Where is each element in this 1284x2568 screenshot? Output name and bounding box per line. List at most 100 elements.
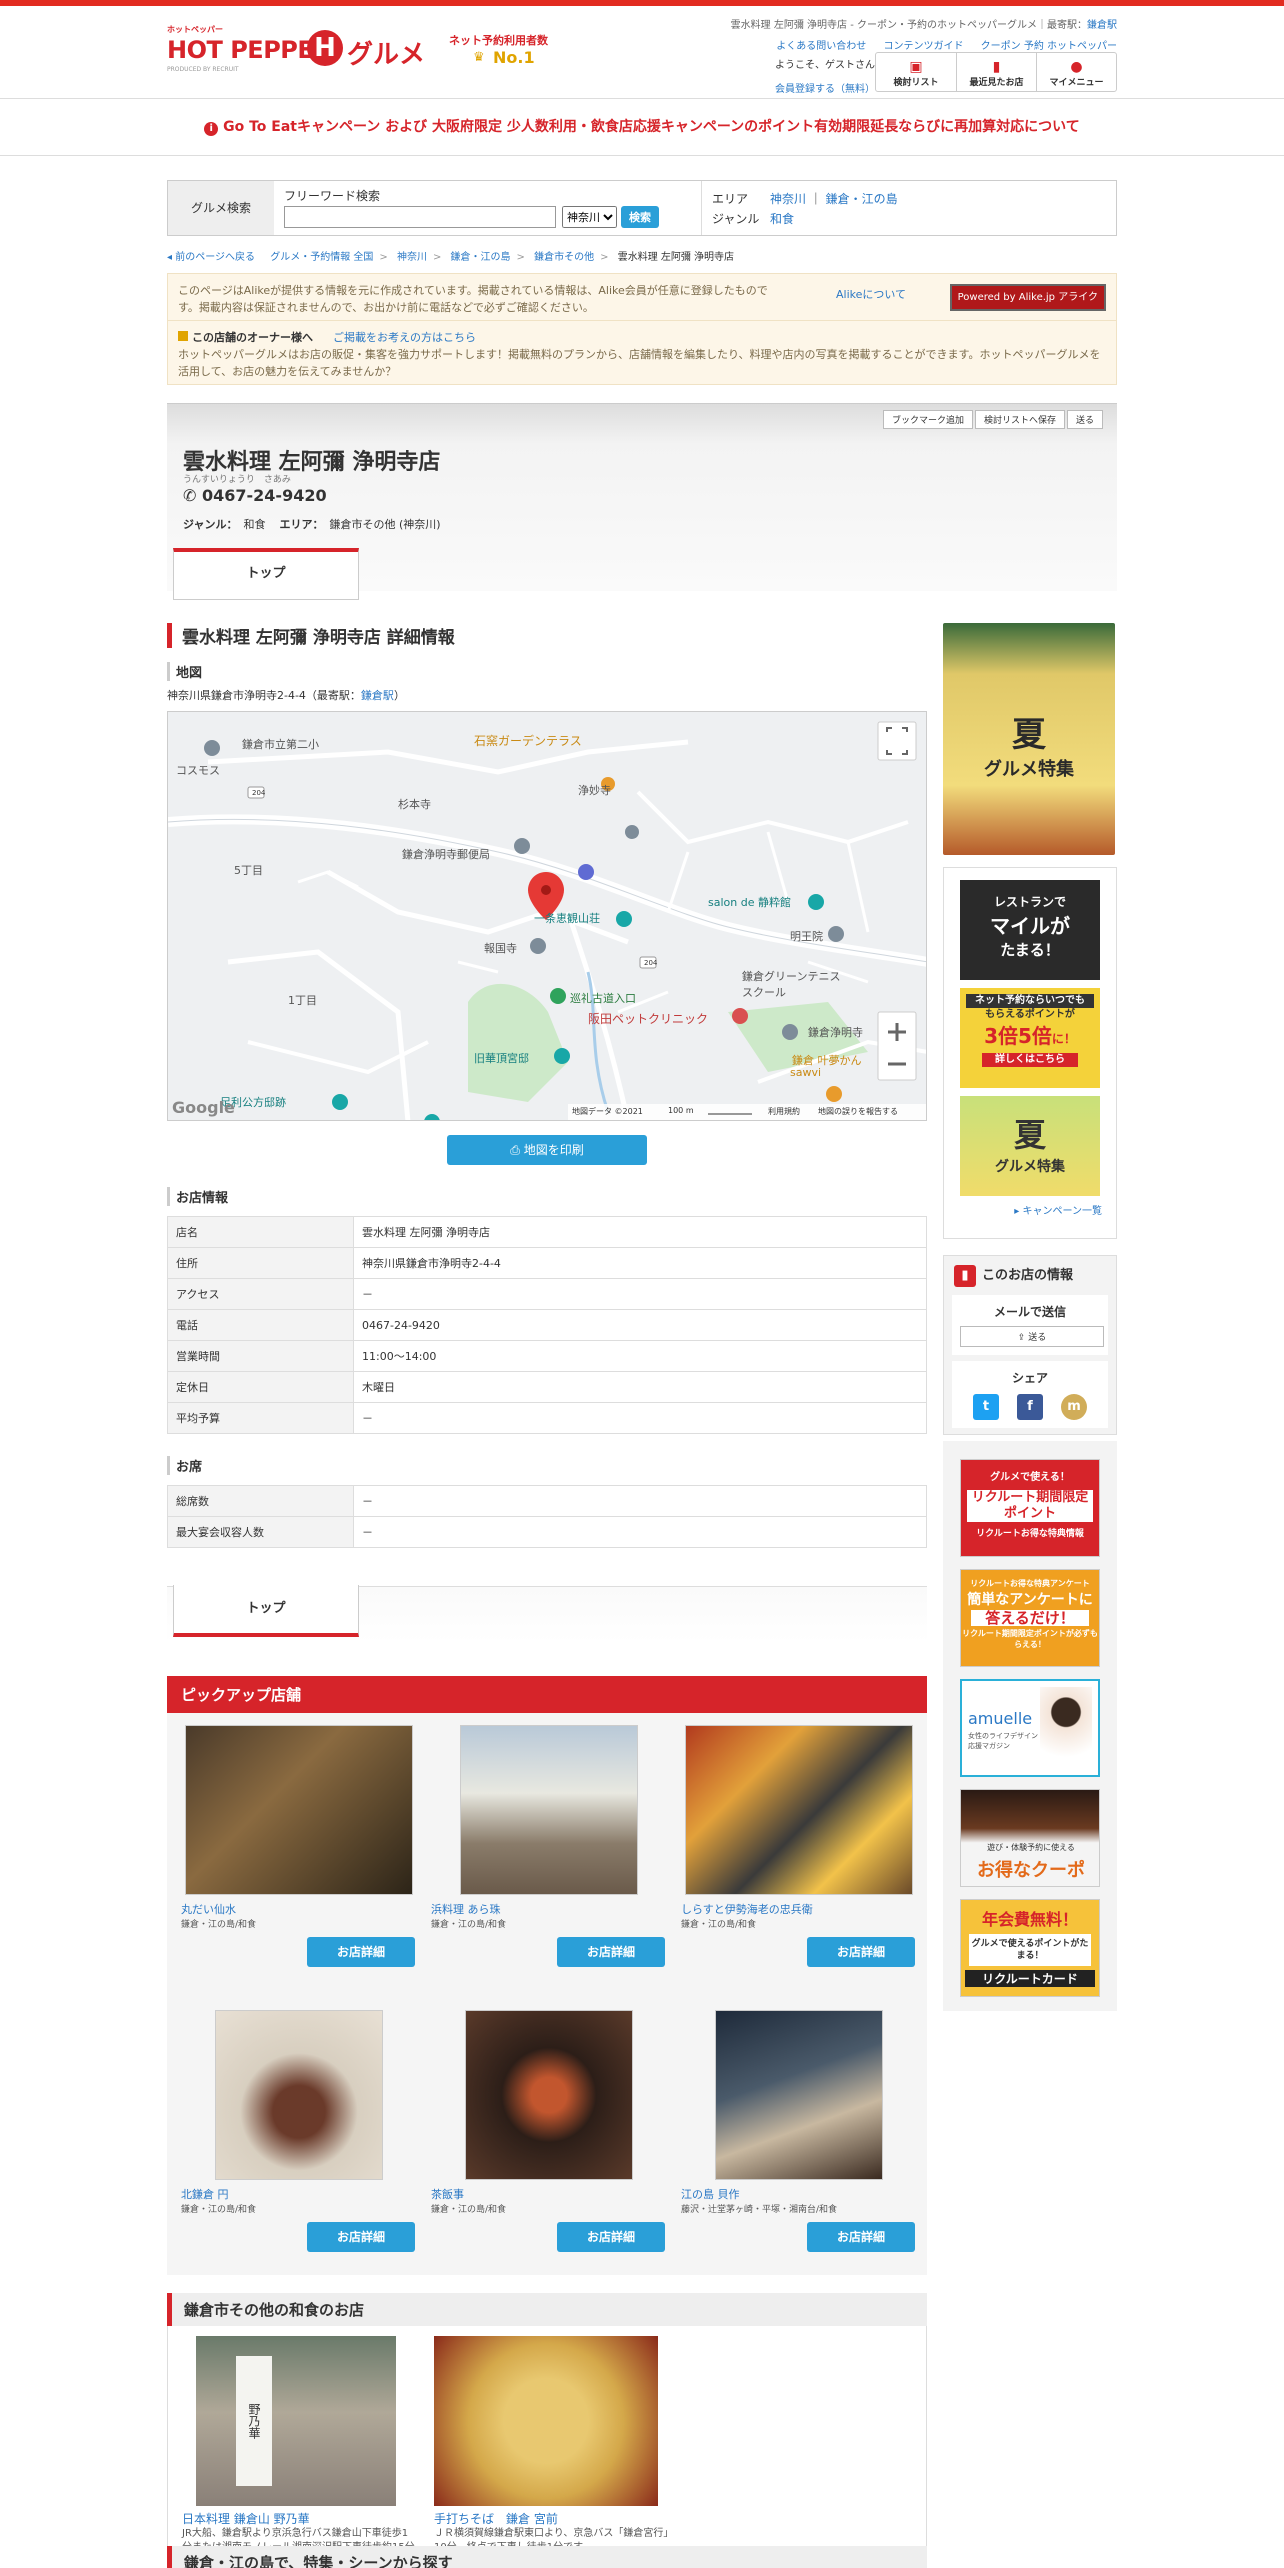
- points-banner-ni: に！: [1051, 1032, 1076, 1046]
- mile-banner[interactable]: レストランで マイルが たまる！: [960, 880, 1100, 980]
- pickup-image[interactable]: [185, 1725, 413, 1895]
- pickup-detail-button[interactable]: お店詳細: [557, 1937, 665, 1967]
- pickup-detail-button[interactable]: お店詳細: [807, 1937, 915, 1967]
- map-report-link[interactable]: 地図の誤りを報告する: [818, 1106, 898, 1117]
- tab-top[interactable]: トップ: [173, 548, 359, 600]
- pickup-image[interactable]: [465, 2010, 633, 2180]
- logo-gourmet[interactable]: グルメ: [347, 34, 425, 71]
- points-banner[interactable]: ネット予約ならいつでも もらえるポイントが 3倍5倍に！ 詳しくはこちら: [960, 988, 1100, 1088]
- pickup-name[interactable]: 北鎌倉 円: [181, 2186, 417, 2202]
- campaign-notice[interactable]: i Go To Eatキャンペーン および 大阪府限定 少人数利用・飲食店応援キ…: [0, 98, 1284, 156]
- shop-info-table: 店名 雲水料理 左阿彌 浄明寺店 住所 神奈川県鎌倉市浄明寺2-4-4 アクセス－ …: [167, 1216, 927, 1434]
- faq-link[interactable]: よくある問い合わせ: [776, 41, 866, 52]
- breadcrumb-back[interactable]: ◂ 前のページへ戻る: [167, 252, 261, 263]
- table-row: 営業時間 11:00～14:00: [167, 1340, 927, 1372]
- survey-line4: リクルート期間限定ポイントが必ずもらえる！: [962, 1629, 1098, 1649]
- owner-link[interactable]: ご掲載をお考えの方はこちら: [333, 331, 476, 344]
- mail-send-button[interactable]: ⇪ 送る: [960, 1326, 1104, 1347]
- mail-section: メールで送信 ⇪ 送る: [952, 1295, 1108, 1355]
- share-label: シェア: [1011, 1371, 1048, 1385]
- alike-powered-badge[interactable]: Powered by Alike.jp アライク: [949, 284, 1106, 311]
- other-image[interactable]: [434, 2336, 658, 2506]
- recruit-card-banner[interactable]: 年会費無料！ グルメで使えるポイントがたまる！ リクルートカード: [960, 1899, 1100, 1997]
- other-sign: 野乃華: [236, 2356, 272, 2486]
- info-key: 定休日: [167, 1371, 354, 1403]
- mymenu-label: マイメニュー: [1049, 78, 1104, 88]
- pickup-image[interactable]: [460, 1725, 638, 1895]
- campaign-list-link[interactable]: ▸ キャンペーン一覧: [944, 1202, 1116, 1217]
- breadcrumb-item[interactable]: グルメ・予約情報 全国: [270, 252, 373, 263]
- map-label: 杉本寺: [398, 798, 431, 811]
- register-link[interactable]: 会員登録する（無料）: [765, 80, 885, 95]
- bookmark-button[interactable]: ブックマーク追加: [882, 410, 973, 429]
- pickup-detail-button[interactable]: お店詳細: [307, 2222, 415, 2252]
- recruit-point-line1: グルメで使える！: [990, 1472, 1070, 1483]
- survey-line2: 簡単なアンケートに: [967, 1592, 1093, 1608]
- pickup-name[interactable]: 浜料理 あら珠: [431, 1901, 667, 1917]
- pickup-name[interactable]: しらすと伊勢海老の忠兵衛: [681, 1901, 917, 1917]
- watchlist-button[interactable]: ▣ 検討リスト: [876, 53, 956, 91]
- map-label: 石窯ガーデンテラス: [474, 734, 582, 748]
- breadcrumb-item[interactable]: 鎌倉・江の島: [451, 252, 511, 263]
- mixi-icon[interactable]: m: [1061, 1394, 1087, 1420]
- pickup-image[interactable]: [215, 2010, 383, 2180]
- other-name[interactable]: 日本料理 鎌倉山 野乃華: [182, 2510, 418, 2527]
- recent-button[interactable]: ▮ 最近見たお店: [956, 53, 1036, 91]
- map[interactable]: 鎌倉市立第二小 石窯ガーデンテラス コスモス 杉本寺 浄妙寺 鎌倉浄明寺郵便局 …: [167, 711, 927, 1121]
- pickup-image[interactable]: [685, 1725, 913, 1895]
- freeword-input[interactable]: [284, 206, 556, 228]
- pickup-card: 浜料理 あら珠 鎌倉・江の島/和食 お店詳細: [431, 1725, 667, 1977]
- save-watchlist-button[interactable]: 検討リストへ保存: [974, 410, 1065, 429]
- amuelle-banner[interactable]: amuelle 女性のライフデザイン応援マガジン: [960, 1679, 1100, 1777]
- area-value: 鎌倉市その他 (神奈川): [329, 518, 441, 531]
- prefecture-select[interactable]: 神奈川: [562, 206, 617, 228]
- pickup-name[interactable]: 茶飯事: [431, 2186, 667, 2202]
- google-logo[interactable]: Google: [172, 1098, 235, 1117]
- search-conditions: エリア 神奈川 ｜ 鎌倉・江の島 ジャンル 和食: [702, 181, 908, 235]
- other-card: 野乃華 日本料理 鎌倉山 野乃華 JR大船、鎌倉駅より京浜急行バス鎌倉山下車徒歩…: [182, 2336, 418, 2557]
- summer-small-banner[interactable]: 夏 グルメ特集: [960, 1096, 1100, 1196]
- cond-area-1[interactable]: 神奈川: [770, 192, 806, 206]
- summer-gourmet-banner[interactable]: 夏 グルメ特集: [943, 623, 1115, 855]
- pickup-image[interactable]: [715, 2010, 883, 2180]
- fullscreen-button[interactable]: [878, 722, 916, 760]
- alike-link[interactable]: Alikeについて: [836, 286, 906, 303]
- owner-title[interactable]: この店舗のオーナー様へ: [192, 331, 313, 344]
- printer-icon: ⎙: [510, 1143, 520, 1157]
- summer-small-sub: グルメ特集: [995, 1159, 1065, 1175]
- pickup-detail-button[interactable]: お店詳細: [307, 1937, 415, 1967]
- coupon-link[interactable]: クーポン 予約 ホットペッパー: [981, 41, 1117, 52]
- station-link[interactable]: 鎌倉駅: [1087, 20, 1117, 31]
- send-button[interactable]: 送る: [1066, 410, 1103, 429]
- pickup-detail-button[interactable]: お店詳細: [807, 2222, 915, 2252]
- pickup-detail-button[interactable]: お店詳細: [557, 2222, 665, 2252]
- facebook-icon[interactable]: f: [1017, 1394, 1043, 1420]
- pickup-name[interactable]: 丸だい仙水: [181, 1901, 417, 1917]
- breadcrumb-item[interactable]: 鎌倉市その他: [534, 252, 594, 263]
- search-box: グルメ検索 フリーワード検索 神奈川 検索 エリア 神奈川 ｜ 鎌倉・江の島 ジャ…: [167, 180, 1117, 236]
- other-name[interactable]: 手打ちそば 鎌倉 宮前: [434, 2510, 670, 2527]
- other-image[interactable]: 野乃華: [196, 2336, 396, 2506]
- survey-banner[interactable]: リクルートお得な特典アンケート 簡単なアンケートに 答えるだけ！ リクルート期間…: [960, 1569, 1100, 1667]
- cond-area-2[interactable]: 鎌倉・江の島: [826, 192, 898, 206]
- seat-heading: お席: [167, 1456, 927, 1475]
- breadcrumb-item[interactable]: 神奈川: [397, 252, 427, 263]
- recruit-banners: グルメで使える！ リクルート期間限定ポイント リクルートお得な特典情報 リクルー…: [943, 1441, 1117, 2011]
- map-terms-link[interactable]: 利用規約: [768, 1106, 800, 1117]
- bottom-tab-top[interactable]: トップ: [173, 1585, 359, 1637]
- cond-genre[interactable]: 和食: [770, 212, 794, 226]
- twitter-icon[interactable]: t: [973, 1394, 999, 1420]
- content-guide-link[interactable]: コンテンツガイド: [883, 41, 963, 52]
- recent-label: 最近見たお店: [969, 78, 1024, 88]
- zoom-in-button[interactable]: [878, 1012, 916, 1046]
- zoom-out-button[interactable]: [878, 1046, 916, 1080]
- address-station-link[interactable]: 鎌倉駅: [361, 689, 394, 702]
- search-button[interactable]: 検索: [621, 206, 659, 228]
- pickup-name[interactable]: 江の島 貝作: [681, 2186, 917, 2202]
- header-right: 雲水料理 左阿彌 浄明寺店 - クーポン・予約のホットペッパーグルメ｜最寄駅：鎌…: [731, 16, 1117, 52]
- recruit-point-banner[interactable]: グルメで使える！ リクルート期間限定ポイント リクルートお得な特典情報: [960, 1459, 1100, 1557]
- coupon-banner[interactable]: 遊び・体験予約に使える お得なクーポン。: [960, 1789, 1100, 1887]
- print-map-button[interactable]: ⎙ 地図を印刷: [447, 1135, 647, 1165]
- logo-h-icon[interactable]: H: [307, 30, 343, 66]
- mymenu-button[interactable]: ● マイメニュー: [1036, 53, 1116, 91]
